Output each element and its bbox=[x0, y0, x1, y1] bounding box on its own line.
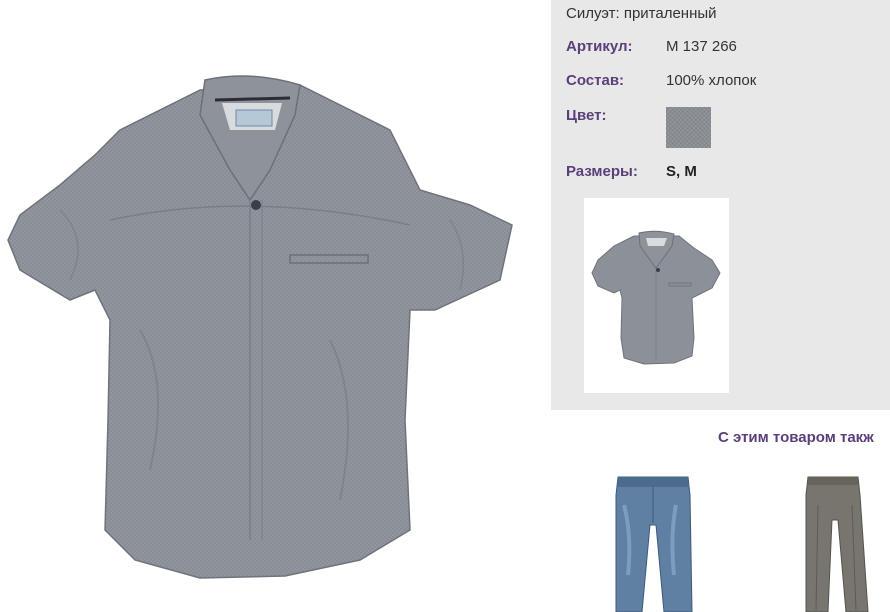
color-label: Цвет: bbox=[566, 107, 607, 124]
shirt-icon bbox=[7, 75, 513, 579]
article-label: Артикул: bbox=[566, 38, 633, 55]
product-info-panel: Силуэт: приталенный Артикул: M 137 266 С… bbox=[551, 0, 890, 410]
product-thumbnail[interactable] bbox=[584, 198, 729, 393]
shirt-thumbnail-icon bbox=[591, 230, 721, 365]
sizes-value: S, M bbox=[666, 163, 697, 180]
composition-label: Состав: bbox=[566, 72, 625, 89]
main-product-image[interactable] bbox=[0, 0, 550, 612]
color-swatch[interactable] bbox=[666, 107, 711, 148]
related-item-trousers[interactable] bbox=[800, 475, 875, 612]
composition-value: 100% хлопок bbox=[666, 72, 757, 89]
jeans-icon bbox=[615, 476, 693, 612]
silhouette-text: Силуэт: приталенный bbox=[566, 5, 717, 22]
related-item-jeans[interactable] bbox=[612, 475, 694, 612]
sizes-label: Размеры: bbox=[566, 163, 638, 180]
article-value: M 137 266 bbox=[666, 38, 737, 55]
related-title: С этим товаром такж bbox=[718, 429, 874, 446]
product-page: Силуэт: приталенный Артикул: M 137 266 С… bbox=[0, 0, 890, 612]
trousers-icon bbox=[805, 476, 869, 612]
